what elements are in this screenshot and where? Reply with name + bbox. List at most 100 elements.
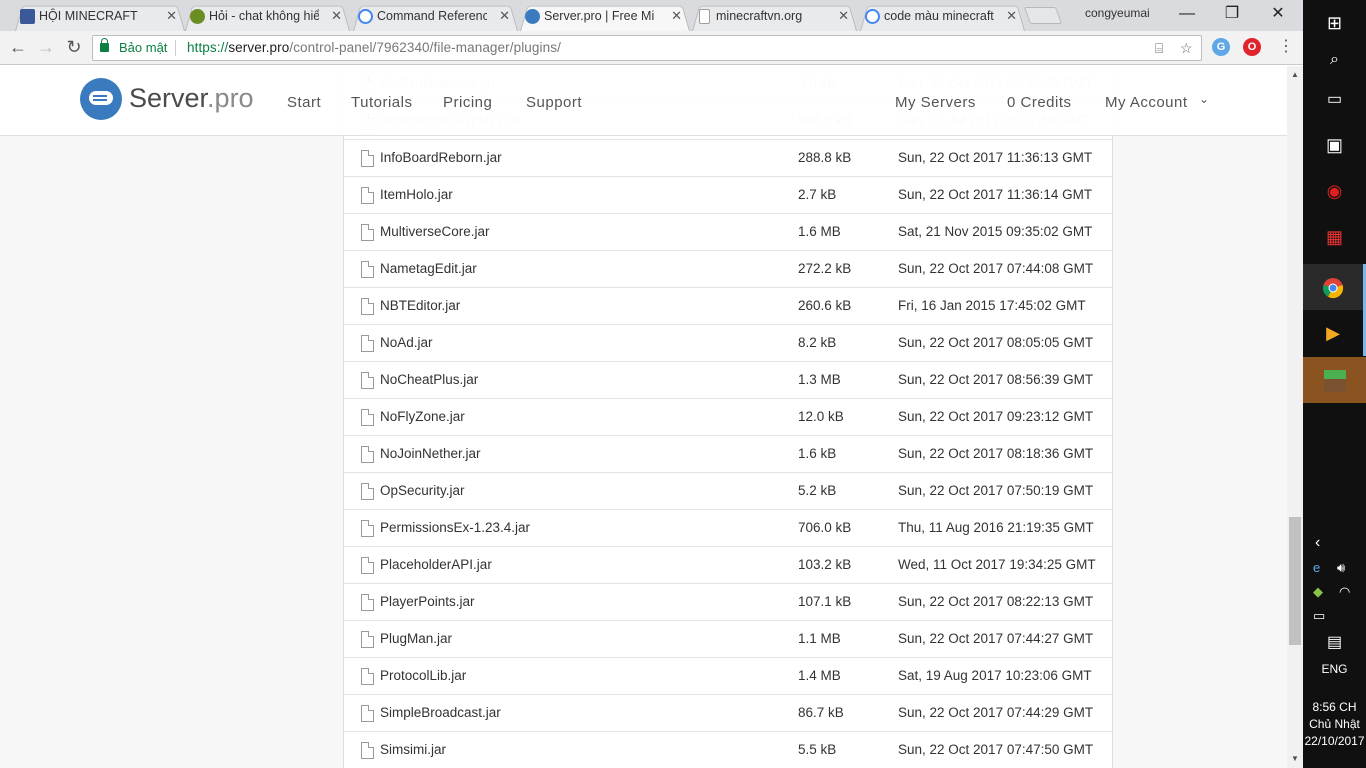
close-window-button[interactable]: ✕ xyxy=(1263,2,1293,26)
minimize-button[interactable]: — xyxy=(1172,2,1202,26)
file-name[interactable]: OpSecurity.jar xyxy=(380,483,465,498)
media-player-icon[interactable]: ▶ xyxy=(1303,310,1366,356)
battery-icon[interactable]: ▭ xyxy=(1313,608,1325,624)
browser-tab[interactable]: Hỏi - chat không hiể ✕ xyxy=(185,3,350,31)
file-row[interactable]: NoCheatPlus.jar 1.3 MB Sun, 22 Oct 2017 08… xyxy=(344,362,1112,399)
wifi-icon[interactable]: ◠ xyxy=(1339,584,1350,600)
file-row[interactable]: PlaceholderAPI.jar 103.2 kB Wed, 11 Oct 20… xyxy=(344,547,1112,584)
nav-tutorials[interactable]: Tutorials xyxy=(351,94,412,111)
browser-tab-active[interactable]: Server.pro | Free Mir ✕ xyxy=(520,3,690,31)
file-name[interactable]: NoFlyZone.jar xyxy=(380,409,465,424)
file-row[interactable]: NoJoinNether.jar 1.6 kB Sun, 22 Oct 2017 0… xyxy=(344,436,1112,473)
windows-taskbar: ⊞ ⌕ ▭ ▣ ◉ ▦ ▶ ‹ e 🔊︎ ◆ ◠ ▭ ▤ ENG 8:56 CH… xyxy=(1303,0,1366,768)
file-row[interactable]: NametagEdit.jar 272.2 kB Sun, 22 Oct 2017 … xyxy=(344,251,1112,288)
nav-start[interactable]: Start xyxy=(287,94,321,111)
file-name[interactable]: ProtocolLib.jar xyxy=(380,668,466,683)
file-row[interactable]: ItemHolo.jar 2.7 kB Sun, 22 Oct 2017 11:36… xyxy=(344,177,1112,214)
clock-day[interactable]: Chủ Nhật xyxy=(1303,717,1366,731)
nav-pricing[interactable]: Pricing xyxy=(443,94,492,111)
language-indicator[interactable]: ENG xyxy=(1303,662,1366,676)
file-row[interactable]: MultiverseCore.jar 1.6 MB Sat, 21 Nov 2015… xyxy=(344,214,1112,251)
store-icon[interactable]: ▣ xyxy=(1303,122,1366,168)
action-center-icon[interactable]: ▤ xyxy=(1327,632,1342,652)
address-bar[interactable]: Bảo mật https://server.pro/control-panel… xyxy=(92,35,1202,61)
file-name[interactable]: MultiverseCore.jar xyxy=(380,224,490,239)
file-name[interactable]: PlaceholderAPI.jar xyxy=(380,557,492,572)
file-name[interactable]: PlugMan.jar xyxy=(380,631,452,646)
show-hidden-icons-icon[interactable]: ‹ xyxy=(1315,534,1320,552)
translate-icon[interactable]: ⌸ xyxy=(1155,40,1163,57)
clock-date[interactable]: 22/10/2017 xyxy=(1303,734,1366,748)
file-modified-date: Sun, 22 Oct 2017 07:44:08 GMT xyxy=(898,261,1094,276)
forward-button[interactable]: → xyxy=(34,36,58,60)
file-row[interactable]: PlayerPoints.jar 107.1 kB Sun, 22 Oct 2017… xyxy=(344,584,1112,621)
scroll-down-icon[interactable]: ▼ xyxy=(1291,754,1299,763)
file-name[interactable]: NoAd.jar xyxy=(380,335,433,350)
close-tab-icon[interactable]: ✕ xyxy=(166,3,177,29)
profile-name[interactable]: congyeumai xyxy=(1085,6,1150,20)
volume-icon[interactable]: 🔊︎ xyxy=(1337,560,1345,576)
browser-tab[interactable]: HỘI MINECRAFT ✕ xyxy=(15,3,185,31)
file-row[interactable]: NoFlyZone.jar 12.0 kB Sun, 22 Oct 2017 09:… xyxy=(344,399,1112,436)
close-tab-icon[interactable]: ✕ xyxy=(331,3,342,29)
serverpro-logo-icon[interactable] xyxy=(80,78,122,120)
file-row[interactable]: SimpleBroadcast.jar 86.7 kB Sun, 22 Oct 20… xyxy=(344,695,1112,732)
file-row[interactable]: PlugMan.jar 1.1 MB Sun, 22 Oct 2017 07:44:… xyxy=(344,621,1112,658)
security-label[interactable]: Bảo mật xyxy=(119,40,167,55)
task-view-icon[interactable]: ▭ xyxy=(1303,77,1366,123)
nav-support[interactable]: Support xyxy=(526,94,582,111)
file-row[interactable]: NBTEditor.jar 260.6 kB Fri, 16 Jan 2015 17… xyxy=(344,288,1112,325)
app-icon[interactable]: ▦ xyxy=(1303,214,1366,260)
chrome-icon[interactable] xyxy=(1303,264,1366,310)
file-name[interactable]: Simsimi.jar xyxy=(380,742,446,757)
reload-button[interactable]: ↻ xyxy=(62,36,86,60)
file-row[interactable]: OpSecurity.jar 5.2 kB Sun, 22 Oct 2017 07:… xyxy=(344,473,1112,510)
file-row[interactable]: PermissionsEx-1.23.4.jar 706.0 kB Thu, 11 … xyxy=(344,510,1112,547)
file-name[interactable]: PlayerPoints.jar xyxy=(380,594,475,609)
file-row[interactable]: ProtocolLib.jar 1.4 MB Sat, 19 Aug 2017 10… xyxy=(344,658,1112,695)
garena-icon[interactable]: ◉ xyxy=(1303,168,1366,214)
opera-vpn-icon[interactable]: O xyxy=(1243,38,1261,56)
file-icon xyxy=(361,594,374,611)
file-modified-date: Sun, 22 Oct 2017 08:18:36 GMT xyxy=(898,446,1094,461)
nav-my-servers[interactable]: My Servers xyxy=(895,94,976,111)
close-tab-icon[interactable]: ✕ xyxy=(1006,3,1017,29)
clock-time[interactable]: 8:56 CH xyxy=(1303,700,1366,714)
nav-my-account[interactable]: My Account xyxy=(1105,94,1188,111)
file-row[interactable]: InfoBoardReborn.jar 288.8 kB Sun, 22 Oct 2… xyxy=(344,140,1112,177)
chevron-down-icon[interactable]: ⌄ xyxy=(1199,92,1210,106)
close-tab-icon[interactable]: ✕ xyxy=(671,3,682,29)
network-app-icon[interactable]: ◆ xyxy=(1313,584,1323,600)
page-scrollbar[interactable]: ▲ ▼ xyxy=(1287,66,1303,768)
extension-icon[interactable]: G xyxy=(1212,38,1230,56)
browser-tab[interactable]: Command Referenc ✕ xyxy=(353,3,518,31)
scrollbar-thumb[interactable] xyxy=(1289,517,1301,645)
file-name[interactable]: NBTEditor.jar xyxy=(380,298,460,313)
nav-credits[interactable]: 0 Credits xyxy=(1007,94,1072,111)
file-icon xyxy=(361,668,374,685)
site-logo[interactable]: Server.pro xyxy=(129,83,254,114)
close-tab-icon[interactable]: ✕ xyxy=(499,3,510,29)
browser-tab[interactable]: minecraftvn.org ✕ xyxy=(692,3,857,31)
browser-tab[interactable]: code màu minecraft ✕ xyxy=(860,3,1025,31)
file-name[interactable]: NoCheatPlus.jar xyxy=(380,372,478,387)
bookmark-star-icon[interactable]: ☆ xyxy=(1180,40,1193,57)
minecraft-icon[interactable] xyxy=(1303,357,1366,403)
ie-icon[interactable]: e xyxy=(1313,560,1320,575)
back-button[interactable]: ← xyxy=(6,36,30,60)
file-name[interactable]: NoJoinNether.jar xyxy=(380,446,481,461)
file-row[interactable]: NoAd.jar 8.2 kB Sun, 22 Oct 2017 08:05:05 … xyxy=(344,325,1112,362)
file-row[interactable]: Simsimi.jar 5.5 kB Sun, 22 Oct 2017 07:47:… xyxy=(344,732,1112,768)
file-name[interactable]: NametagEdit.jar xyxy=(380,261,477,276)
file-icon xyxy=(361,224,374,241)
file-name[interactable]: InfoBoardReborn.jar xyxy=(380,150,502,165)
close-tab-icon[interactable]: ✕ xyxy=(838,3,849,29)
scroll-up-icon[interactable]: ▲ xyxy=(1291,70,1299,79)
new-tab-button[interactable] xyxy=(1023,7,1063,24)
restore-button[interactable]: ❐ xyxy=(1217,2,1247,26)
file-name[interactable]: SimpleBroadcast.jar xyxy=(380,705,501,720)
url-text[interactable]: https://server.pro/control-panel/7962340… xyxy=(187,40,561,55)
file-name[interactable]: PermissionsEx-1.23.4.jar xyxy=(380,520,530,535)
file-name[interactable]: ItemHolo.jar xyxy=(380,187,453,202)
chrome-menu-icon[interactable]: ⋮ xyxy=(1274,36,1298,60)
